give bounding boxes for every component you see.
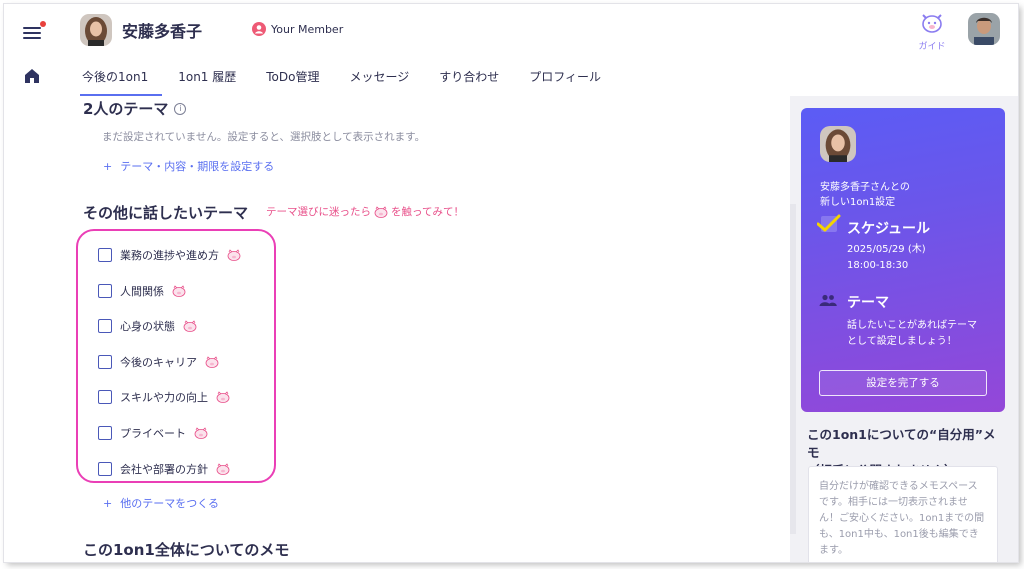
theme-option[interactable]: 業務の進捗や進め方 [98,247,241,263]
shared-theme-empty-text: まだ設定されていません。設定すると、選択肢として表示されます。 [102,131,426,143]
scrollbar[interactable] [790,204,796,534]
pig-icon[interactable] [172,284,186,297]
setup-card: 安藤多香子さんとの 新しい1on1設定 スケジュール 2025/05/29 (木… [801,108,1005,412]
theme-checkbox[interactable] [98,319,112,334]
card-theme-desc-line1: 話したいことがあればテーマ [847,320,977,331]
complete-setup-button[interactable]: 設定を完了する [819,370,987,396]
hint-text-before: テーマ選びに迷ったら [266,206,371,218]
hint-text-after: を触ってみて！ [391,206,464,218]
shared-theme-heading: 2人のテーマ i [83,98,187,119]
schedule-date: 2025/05/29 (木) [847,244,926,255]
tab-todo[interactable]: ToDo管理 [266,68,319,94]
notification-dot [40,21,46,27]
people-icon [819,294,837,306]
self-memo-textarea[interactable]: 自分だけが確認できるメモスペースです。相手には一切表示されません！ご安心ください… [808,466,998,562]
member-label: Your Member [271,22,344,36]
card-theme-desc-line2: として設定しましょう！ [847,336,957,347]
theme-option[interactable]: 人間関係 [98,283,186,299]
theme-option[interactable]: 今後のキャリア [98,354,219,370]
theme-hint: テーマ選びに迷ったら を触ってみて！ [266,204,464,219]
pig-icon[interactable] [227,249,241,261]
theme-option[interactable]: スキルや力の向上 [98,389,230,405]
app-window: 安藤多香子 Your Member ガイド 今後の1on1 1on1 履歴 To… [4,4,1018,562]
pig-icon[interactable] [194,427,208,439]
guide-button[interactable]: ガイド [912,12,952,52]
theme-option-label: 心身の状態 [120,320,175,334]
theme-checkbox[interactable] [98,283,112,298]
theme-option-label: 業務の進捗や進め方 [120,249,219,262]
set-theme-label: テーマ・内容・期限を設定する [120,160,275,173]
tab-upcoming[interactable]: 今後の1on1 [79,68,163,96]
create-theme-link[interactable]: + 他のテーマをつくる [103,495,219,511]
set-theme-link[interactable]: + テーマ・内容・期限を設定する [103,158,274,174]
theme-checkbox[interactable] [98,354,112,369]
card-title-line1: 安藤多香子さんとの [820,182,910,193]
avatar[interactable] [80,14,112,46]
card-title-line2: 新しい1on1設定 [820,197,896,208]
home-icon[interactable] [24,68,40,84]
card-theme-desc: 話したいことがあればテーマ として設定しましょう！ [847,318,977,350]
tab-profile[interactable]: プロフィール [529,68,601,94]
card-theme-title: テーマ [847,295,889,311]
shared-theme-title: 2人のテーマ [83,100,169,118]
pig-icon[interactable] [205,356,219,368]
theme-checkbox[interactable] [98,426,112,440]
pig-icon [374,205,388,218]
pig-icon[interactable] [183,320,197,333]
plus-icon: + [103,160,113,173]
schedule-time: 18:00-18:30 [847,260,909,271]
user-name: 安藤多香子 [122,22,203,41]
self-memo-title-line1: この1on1についての“自分用”メモ [807,427,996,460]
theme-checkbox[interactable] [98,461,112,476]
pig-icon[interactable] [216,462,230,475]
theme-checkbox[interactable] [98,248,112,262]
memo-heading: この1on1全体についてのメモ [83,541,290,559]
other-themes-title: その他に話したいテーマ [83,204,249,222]
menu-icon[interactable] [23,21,46,39]
schedule-title: スケジュール [847,221,931,237]
theme-option-label: 今後のキャリア [120,355,197,369]
theme-option-label: スキルや力の向上 [120,391,208,405]
check-icon [817,214,841,232]
tab-messages[interactable]: メッセージ [349,68,409,94]
theme-option-label: 人間関係 [120,284,164,298]
schedule-datetime: 2025/05/29 (木) 18:00-18:30 [847,242,926,274]
card-title: 安藤多香子さんとの 新しい1on1設定 [820,180,910,210]
tab-bar: 今後の1on1 1on1 履歴 ToDo管理 メッセージ すり合わせ プロフィー… [79,68,631,96]
member-icon [252,22,266,36]
my-avatar[interactable] [968,13,1000,45]
tab-alignment[interactable]: すり合わせ [439,68,499,94]
member-badge: Your Member [252,22,343,36]
theme-option-label: プライベート [120,427,186,440]
theme-checkbox[interactable] [98,390,112,405]
theme-option-label: 会社や部署の方針 [120,462,208,476]
pig-icon[interactable] [216,391,230,404]
tab-history[interactable]: 1on1 履歴 [178,68,236,94]
create-theme-label: 他のテーマをつくる [120,497,219,510]
guide-icon [922,14,942,33]
plus-icon: + [103,497,113,510]
guide-label: ガイド [918,42,946,52]
theme-option[interactable]: プライベート [98,425,208,441]
card-avatar [820,126,856,162]
theme-option[interactable]: 心身の状態 [98,318,197,334]
info-icon[interactable]: i [174,102,187,115]
theme-option[interactable]: 会社や部署の方針 [98,461,230,477]
